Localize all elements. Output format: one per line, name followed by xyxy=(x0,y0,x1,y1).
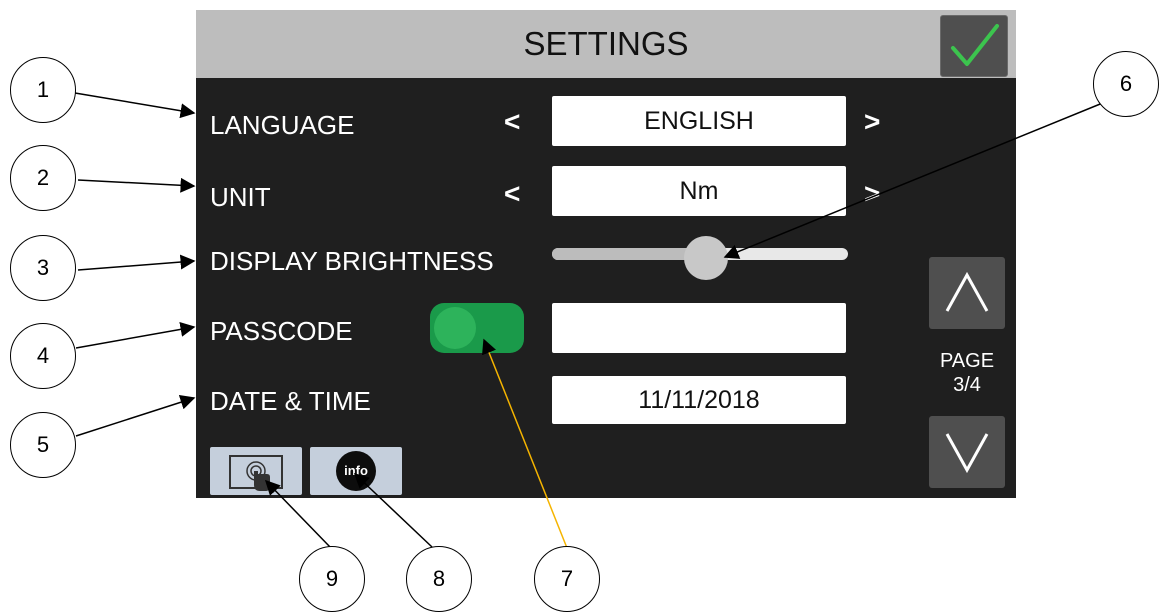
callout-1: 1 xyxy=(10,57,76,123)
date-time-label: DATE & TIME xyxy=(210,386,371,416)
page-up-button[interactable] xyxy=(929,257,1005,329)
page-number: 3/4 xyxy=(953,374,981,396)
language-next-button[interactable]: > xyxy=(864,106,880,138)
callout-5: 5 xyxy=(10,412,76,478)
info-button[interactable]: info xyxy=(310,447,402,495)
unit-value[interactable]: Nm xyxy=(552,166,846,216)
page-down-button[interactable] xyxy=(929,416,1005,488)
leader-line-4 xyxy=(75,321,196,349)
callout-6: 6 xyxy=(1093,51,1159,117)
touch-screen-icon xyxy=(229,455,283,491)
language-value[interactable]: ENGLISH xyxy=(552,96,846,146)
callout-7: 7 xyxy=(534,546,600,612)
brightness-slider-handle[interactable] xyxy=(683,236,728,280)
language-prev-button[interactable]: < xyxy=(504,106,520,138)
callout-8: 8 xyxy=(406,546,472,612)
title-bar: SETTINGS xyxy=(196,10,1016,78)
unit-prev-button[interactable]: < xyxy=(504,178,520,210)
info-label: info xyxy=(344,463,368,478)
settings-screen: SETTINGS LANGUAGE < ENGLISH > UNIT < Nm … xyxy=(196,10,1016,498)
passcode-toggle-knob xyxy=(434,307,476,349)
unit-label: UNIT xyxy=(210,182,271,212)
leader-line-1 xyxy=(74,92,196,119)
passcode-field[interactable] xyxy=(552,303,846,353)
page-label: PAGE xyxy=(939,350,995,372)
page-title: SETTINGS xyxy=(523,25,689,62)
date-time-field[interactable]: 11/11/2018 xyxy=(552,376,846,424)
passcode-toggle[interactable] xyxy=(430,303,524,353)
touch-calibration-button[interactable] xyxy=(210,447,302,495)
unit-next-button[interactable]: > xyxy=(864,178,880,210)
leader-line-2 xyxy=(77,177,196,193)
callout-4: 4 xyxy=(10,323,76,389)
leader-line-5 xyxy=(75,394,196,437)
language-label: LANGUAGE xyxy=(210,110,355,140)
checkmark-icon xyxy=(951,24,999,66)
chevron-up-icon xyxy=(945,271,989,312)
chevron-down-icon xyxy=(945,433,989,474)
brightness-label: DISPLAY BRIGHTNESS xyxy=(210,246,494,276)
brightness-slider-fill xyxy=(552,248,706,260)
leader-line-3 xyxy=(77,254,196,271)
callout-9: 9 xyxy=(299,546,365,612)
confirm-button[interactable] xyxy=(940,15,1008,77)
callout-2: 2 xyxy=(10,145,76,211)
passcode-label: PASSCODE xyxy=(210,316,353,346)
callout-3: 3 xyxy=(10,235,76,301)
